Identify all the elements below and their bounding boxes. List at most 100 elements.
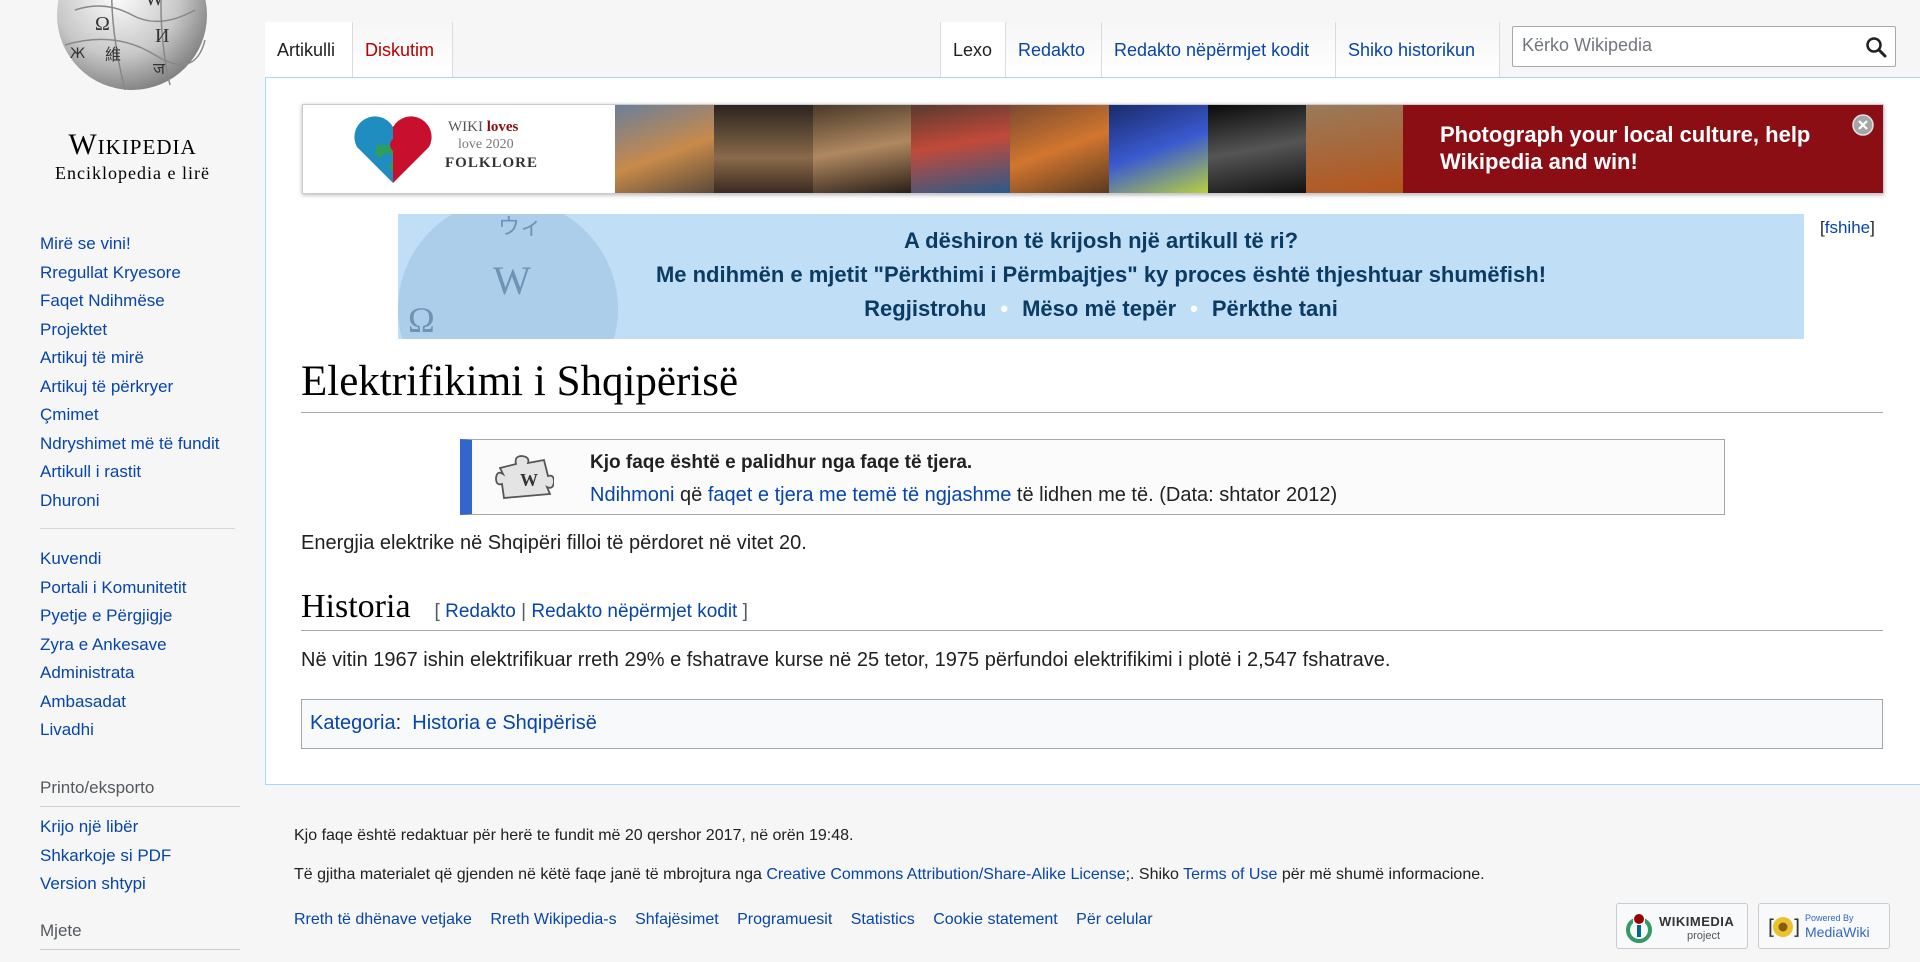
sidebar-item-community-portal[interactable]: Portali i Komunitetit	[40, 578, 186, 597]
footer-last-modified: Kjo faqe është redaktuar për herë te fun…	[294, 827, 854, 844]
sidebar-item-qa[interactable]: Pyetje e Përgjigje	[40, 606, 172, 625]
banner-photo	[911, 105, 1010, 193]
sidebar-item-embassies[interactable]: Ambasadat	[40, 692, 126, 711]
cx-translate-now-link[interactable]: Përkthe tani	[1212, 296, 1338, 321]
tab-read[interactable]: Lexo	[940, 22, 1006, 77]
footer-link-statistics[interactable]: Statistics	[851, 911, 915, 928]
banner-photo	[812, 105, 912, 193]
tab-edit[interactable]: Redakto	[1006, 22, 1102, 77]
sidebar-item-featured-articles[interactable]: Artikuj të përkryer	[40, 377, 173, 396]
sidebar-item-good-articles[interactable]: Artikuj të mirë	[40, 348, 144, 367]
orphan-text-mid: që	[680, 484, 703, 506]
close-icon[interactable]	[1851, 113, 1875, 137]
sidebar-community: Kuvendi Portali i Komunitetit Pyetje e P…	[40, 528, 240, 745]
wikipedia-wordmark: Wikipedia	[68, 128, 197, 161]
mediawiki-sunflower-icon: [ ]	[1765, 915, 1801, 939]
content-translation-banner: W Ω ウィ A dëshiron të krijosh një artikul…	[398, 214, 1804, 339]
category-label-link[interactable]: Kategoria	[310, 712, 396, 734]
wikipedia-logo[interactable]: W Ω И 維 ज Ж Wikipedia Enciklopedia e lir…	[0, 0, 265, 190]
search-box	[1512, 26, 1896, 67]
wiki-loves-folklore-logo: WIKI loves love 2020 FOLKLORE	[303, 105, 615, 193]
banner-photo	[1108, 105, 1208, 193]
wikimedia-text: WIKIMEDIA	[1659, 914, 1735, 929]
wikipedia-tagline: Enciklopedia e lirë	[55, 163, 210, 183]
section-edit-source-link[interactable]: Redakto nëpërmjet kodit	[531, 601, 737, 622]
section-title: Historia	[301, 588, 411, 625]
page-title: Elektrifikimi i Shqipërisë	[301, 357, 1883, 413]
sidebar-item-main-rules[interactable]: Rregullat Kryesore	[40, 263, 181, 282]
svg-text:Ω: Ω	[95, 13, 110, 35]
section-heading: Historia[ Redakto | Redakto nëpërmjet ko…	[301, 588, 1883, 631]
cx-learn-more-link[interactable]: Mëso më tepër	[1022, 296, 1176, 321]
puzzle-heart-icon	[354, 116, 432, 183]
intro-paragraph: Energjia elektrike në Shqipëri filloi të…	[301, 532, 807, 554]
footer-link-mobile-view[interactable]: Për celular	[1076, 911, 1152, 928]
svg-text:ज: ज	[153, 59, 166, 78]
footer-link-developers[interactable]: Programuesit	[737, 911, 832, 928]
cx-description: Me ndihmën e mjetit "Përkthimi i Përmbaj…	[655, 262, 1547, 287]
separator-dot: •	[1000, 296, 1009, 321]
powered-by-mediawiki-badge[interactable]: [ ] Powered By MediaWiki	[1758, 903, 1890, 949]
tab-history[interactable]: Shiko historikun	[1336, 22, 1500, 77]
banner-photo	[615, 105, 714, 193]
sidebar-item-meadow[interactable]: Livadhi	[40, 720, 94, 739]
sidebar-navigation: Mirë se vini! Rregullat Kryesore Faqet N…	[40, 230, 240, 515]
mediawiki-text: MediaWiki	[1805, 924, 1870, 940]
sidebar-item-create-book[interactable]: Krijo një libër	[40, 817, 138, 836]
sidebar-item-donate[interactable]: Dhuroni	[40, 491, 100, 510]
footer-link-disclaimers[interactable]: Shfajësimet	[635, 911, 719, 928]
banner-cta-line1: Photograph your local culture, help	[1440, 122, 1811, 147]
banner-photo	[1306, 105, 1405, 193]
wikimedia-project-badge[interactable]: WIKIMEDIA project	[1616, 903, 1748, 949]
sidebar-item-complaints[interactable]: Zyra e Ankesave	[40, 635, 167, 654]
category-link[interactable]: Historia e Shqipërisë	[412, 712, 597, 734]
sidebar-print-export: Printo/eksporto Krijo një libër Shkarkoj…	[40, 778, 240, 899]
cx-register-link[interactable]: Regjistrohu	[864, 296, 986, 321]
banner-photo	[1010, 105, 1109, 193]
orphan-related-pages-link[interactable]: faqet e tjera me temë të ngjashme	[708, 484, 1012, 506]
footer-places: Rreth të dhënave vetjake Rreth Wikipedia…	[294, 911, 1167, 929]
orphan-notice-title: Kjo faqe është e palidhur nga faqe të tj…	[590, 452, 973, 473]
svg-text:W: W	[520, 470, 538, 490]
sidebar-heading-tools[interactable]: Mjete	[40, 921, 240, 950]
section-edit-link[interactable]: Redakto	[445, 601, 516, 622]
puzzle-piece-icon: W	[495, 455, 554, 499]
svg-text:維: 維	[105, 45, 121, 64]
tab-edit-source[interactable]: Redakto nëpërmjet kodit	[1102, 22, 1336, 77]
orphan-text-end: të lidhen me të. (Data: shtator 2012)	[1016, 484, 1338, 506]
footer-link-cookie-statement[interactable]: Cookie statement	[933, 911, 1058, 928]
svg-text:И: И	[155, 25, 169, 47]
wiki-loves-folklore-banner[interactable]: WIKI loves love 2020 FOLKLORE Photograph…	[302, 104, 1884, 194]
orphan-help-link[interactable]: Ndihmoni	[590, 484, 674, 506]
banner-photo	[713, 105, 813, 193]
search-icon[interactable]	[1865, 36, 1887, 58]
sidebar-item-download-pdf[interactable]: Shkarkoje si PDF	[40, 846, 171, 865]
tab-talk[interactable]: Diskutim	[353, 22, 453, 77]
sidebar-item-welcome[interactable]: Mirë se vini!	[40, 234, 131, 253]
footer-link-privacy[interactable]: Rreth të dhënave vetjake	[294, 911, 472, 928]
powered-by-text: Powered By	[1805, 913, 1854, 923]
sidebar-tools: Mjete	[40, 921, 240, 950]
sidebar-item-awards[interactable]: Çmimet	[40, 405, 99, 424]
banner-call-to-action[interactable]: Photograph your local culture, help Wiki…	[1403, 105, 1883, 193]
sidebar-item-print-version[interactable]: Version shtypi	[40, 874, 146, 893]
sidebar-item-projects[interactable]: Projektet	[40, 320, 107, 339]
sidebar-item-help-pages[interactable]: Faqet Ndihmëse	[40, 291, 165, 310]
cx-hide-link[interactable]: fshihe	[1825, 218, 1870, 237]
category-links: Kategoria: Historia e Shqipërisë	[301, 699, 1883, 749]
sidebar-item-administration[interactable]: Administrata	[40, 663, 134, 682]
banner-cta-line2: Wikipedia and win!	[1440, 149, 1638, 174]
history-paragraph: Në vitin 1967 ishin elektrifikuar rreth …	[301, 649, 1391, 671]
svg-text:Ж: Ж	[70, 46, 85, 62]
terms-of-use-link[interactable]: Terms of Use	[1183, 866, 1277, 883]
search-input[interactable]	[1513, 27, 1852, 64]
license-link[interactable]: Creative Commons Attribution/Share-Alike…	[766, 866, 1125, 883]
footer-link-about[interactable]: Rreth Wikipedia-s	[490, 911, 616, 928]
sidebar-item-recent-changes[interactable]: Ndryshimet më të fundit	[40, 434, 220, 453]
banner-loves-text: loves	[486, 119, 519, 135]
sidebar-item-assembly[interactable]: Kuvendi	[40, 549, 101, 568]
orphan-notice: W Kjo faqe është e palidhur nga faqe të …	[460, 439, 1725, 515]
banner-wiki-text: WIKI	[448, 119, 483, 135]
sidebar-item-random-article[interactable]: Artikull i rastit	[40, 462, 141, 481]
tab-article[interactable]: Artikulli	[265, 22, 353, 77]
